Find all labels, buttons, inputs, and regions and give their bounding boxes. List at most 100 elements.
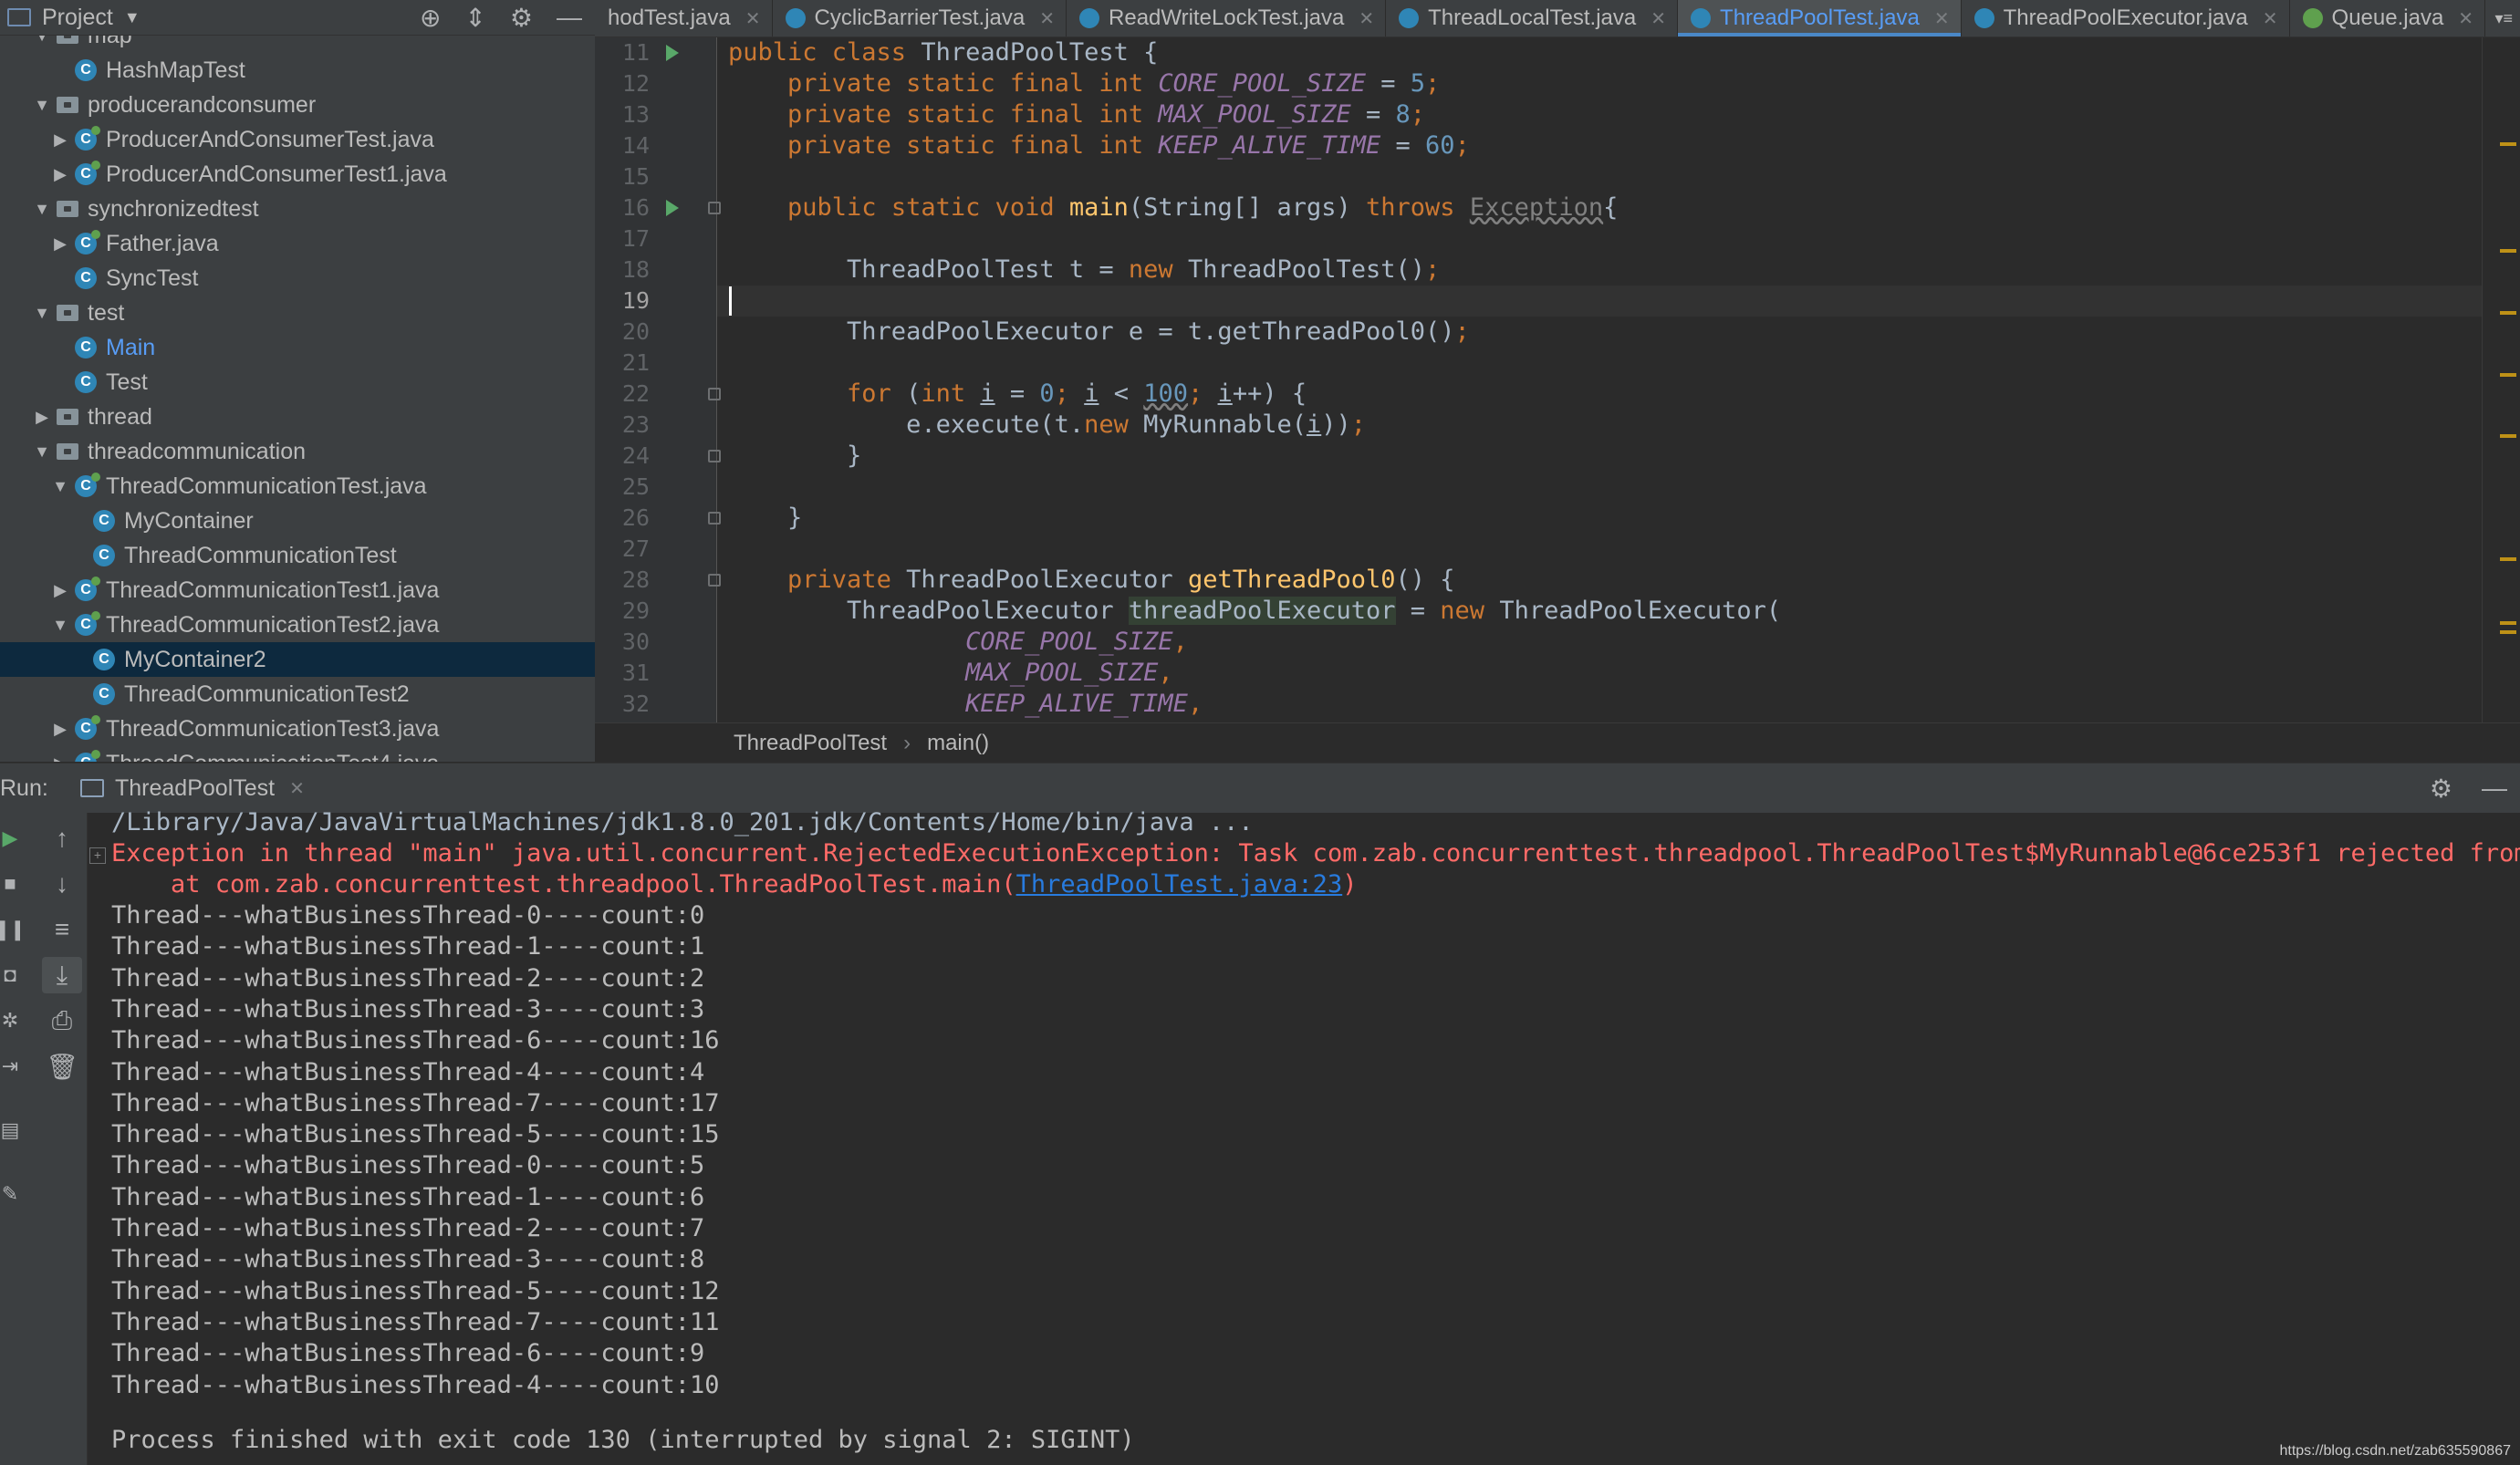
line-number: 29	[621, 597, 650, 624]
chevron-down-icon[interactable]: ▼	[47, 477, 73, 496]
chevron-down-icon[interactable]: ▼	[29, 304, 55, 323]
tree-item[interactable]: ▼ test	[0, 296, 595, 330]
fold-icon[interactable]	[708, 574, 721, 587]
run-gutter-icon[interactable]	[666, 45, 679, 61]
minimize-icon[interactable]: —	[2482, 774, 2507, 804]
tree-item[interactable]: ▶ thread	[0, 400, 595, 434]
fold-icon[interactable]	[708, 512, 721, 525]
expand-icon[interactable]: +	[89, 847, 106, 864]
tree-item[interactable]: ▶CThreadCommunicationTest	[0, 538, 595, 573]
tree-item[interactable]: ▶CHashMapTest	[0, 53, 595, 88]
tree-item[interactable]: ▶CMyContainer	[0, 504, 595, 538]
stack-source-link[interactable]: ThreadPoolTest.java:23	[1016, 870, 1343, 899]
run-tab[interactable]: ThreadPoolTest ✕	[80, 775, 305, 802]
pause-icon[interactable]: ❚❚	[0, 911, 20, 948]
close-icon[interactable]: ✕	[2263, 7, 2278, 30]
editor-tab[interactable]: Queue.java ✕	[2290, 0, 2486, 36]
editor-tab[interactable]: ReadWriteLockTest.java ✕	[1067, 0, 1387, 36]
trash-icon[interactable]: 🗑	[42, 1048, 82, 1085]
project-view-selector[interactable]: Project ▼	[7, 5, 141, 31]
editor-tab[interactable]: ThreadPoolTest.java ✕	[1678, 0, 1962, 36]
warning-marker[interactable]	[2500, 311, 2516, 315]
crosshair-icon[interactable]: ⊕	[420, 3, 441, 33]
tree-item[interactable]: ▶ C ProducerAndConsumerTest.java	[0, 122, 595, 157]
fold-icon[interactable]	[708, 388, 721, 400]
console-stack-line: at com.zab.concurrenttest.threadpool.Thr…	[111, 869, 1357, 900]
exit-icon[interactable]: ⇥	[0, 1048, 20, 1085]
console-output-line: Thread---whatBusinessThread-1----count:1	[111, 932, 705, 961]
gear-icon[interactable]: ⚙	[2430, 774, 2452, 804]
chevron-right-icon[interactable]: ▶	[47, 165, 73, 184]
tree-item[interactable]: ▶CSyncTest	[0, 261, 595, 296]
settings-icon[interactable]: ✲	[0, 1003, 20, 1039]
tree-item[interactable]: ▶ C ThreadCommunicationTest1.java	[0, 573, 595, 608]
editor-tab[interactable]: ThreadPoolExecutor.java ✕	[1962, 0, 2290, 36]
tree-item[interactable]: ▶C ThreadCommunicationTest4.java	[0, 746, 595, 762]
warning-marker[interactable]	[2500, 249, 2516, 253]
collapse-all-icon[interactable]: ⇕	[464, 3, 485, 33]
tree-item[interactable]: ▶ C ThreadCommunicationTest3.java	[0, 712, 595, 746]
camera-icon[interactable]: ◘	[0, 957, 20, 993]
arrow-up-icon[interactable]: ↑	[42, 820, 82, 857]
close-icon[interactable]: ✕	[289, 777, 305, 800]
warning-marker[interactable]	[2500, 142, 2516, 146]
chevron-right-icon[interactable]: ▶	[47, 234, 73, 254]
warning-marker[interactable]	[2500, 557, 2516, 561]
pin-icon[interactable]: ✎	[0, 1176, 20, 1212]
tree-item[interactable]: ▼ synchronizedtest	[0, 192, 595, 226]
scroll-to-end-icon[interactable]: ⤓	[42, 957, 82, 993]
close-icon[interactable]: ✕	[1650, 7, 1666, 30]
close-icon[interactable]: ✕	[1934, 7, 1950, 30]
tree-item[interactable]: ▶CMain	[0, 330, 595, 365]
chevron-down-icon[interactable]: ▼	[29, 442, 55, 462]
editor-tab[interactable]: CyclicBarrierTest.java ✕	[773, 0, 1067, 36]
tree-item[interactable]: ▼ map	[0, 36, 595, 53]
chevron-down-icon[interactable]: ▼	[29, 36, 55, 46]
chevron-right-icon[interactable]: ▶	[47, 754, 73, 763]
chevron-right-icon[interactable]: ▶	[47, 130, 73, 150]
console-output-line: Thread---whatBusinessThread-6----count:1…	[111, 1026, 720, 1055]
editor-tab[interactable]: ThreadLocalTest.java ✕	[1386, 0, 1679, 36]
chevron-down-icon[interactable]: ▼	[29, 200, 55, 219]
chevron-right-icon[interactable]: ▶	[47, 581, 73, 600]
error-stripe[interactable]	[2482, 37, 2520, 722]
chevron-down-icon[interactable]: ▼	[47, 616, 73, 635]
tree-item[interactable]: ▼ C ThreadCommunicationTest2.java	[0, 608, 595, 642]
soft-wrap-icon[interactable]: ≡	[42, 911, 82, 948]
tree-item[interactable]: ▼ C ThreadCommunicationTest.java	[0, 469, 595, 504]
close-icon[interactable]: ✕	[1039, 7, 1055, 30]
breadcrumb-method[interactable]: main()	[927, 731, 989, 756]
close-icon[interactable]: ✕	[1359, 7, 1374, 30]
arrow-down-icon[interactable]: ↓	[42, 866, 82, 902]
tree-item[interactable]: ▶ C Father.java	[0, 226, 595, 261]
stop-icon[interactable]: ■	[0, 866, 20, 902]
warning-marker[interactable]	[2500, 434, 2516, 438]
chevron-down-icon[interactable]: ▼	[29, 96, 55, 115]
run-icon[interactable]: ▶	[0, 820, 20, 857]
tree-item[interactable]: ▶CMyContainer2	[0, 642, 595, 677]
close-icon[interactable]: ✕	[2458, 7, 2473, 30]
minimize-icon[interactable]: —	[557, 3, 582, 32]
warning-marker[interactable]	[2500, 373, 2516, 377]
fold-icon[interactable]	[708, 450, 721, 462]
print-icon[interactable]: ⎙	[42, 1003, 82, 1039]
gear-icon[interactable]: ⚙	[510, 3, 533, 33]
editor-tab[interactable]: hodTest.java ✕	[595, 0, 773, 36]
tree-item[interactable]: ▶ C ProducerAndConsumerTest1.java	[0, 157, 595, 192]
fold-icon[interactable]	[708, 202, 721, 214]
layout-icon[interactable]: ▤	[0, 1112, 20, 1148]
chevron-right-icon[interactable]: ▶	[29, 408, 55, 427]
breadcrumb-class[interactable]: ThreadPoolTest	[734, 731, 887, 756]
warning-marker[interactable]	[2500, 621, 2516, 625]
run-gutter-icon[interactable]	[666, 200, 679, 216]
warning-marker[interactable]	[2500, 630, 2516, 634]
tree-item[interactable]: ▶CTest	[0, 365, 595, 400]
tree-item[interactable]: ▶CThreadCommunicationTest2	[0, 677, 595, 712]
chevron-right-icon[interactable]: ▶	[47, 720, 73, 739]
line-number: 18	[621, 256, 650, 283]
tree-item[interactable]: ▼ threadcommunication	[0, 434, 595, 469]
tree-item[interactable]: ▼ producerandconsumer	[0, 88, 595, 122]
tab-list-icon[interactable]: ▾≡	[2494, 0, 2513, 36]
close-icon[interactable]: ✕	[745, 7, 761, 30]
console-output-line: Thread---whatBusinessThread-2----count:7	[111, 1214, 705, 1242]
